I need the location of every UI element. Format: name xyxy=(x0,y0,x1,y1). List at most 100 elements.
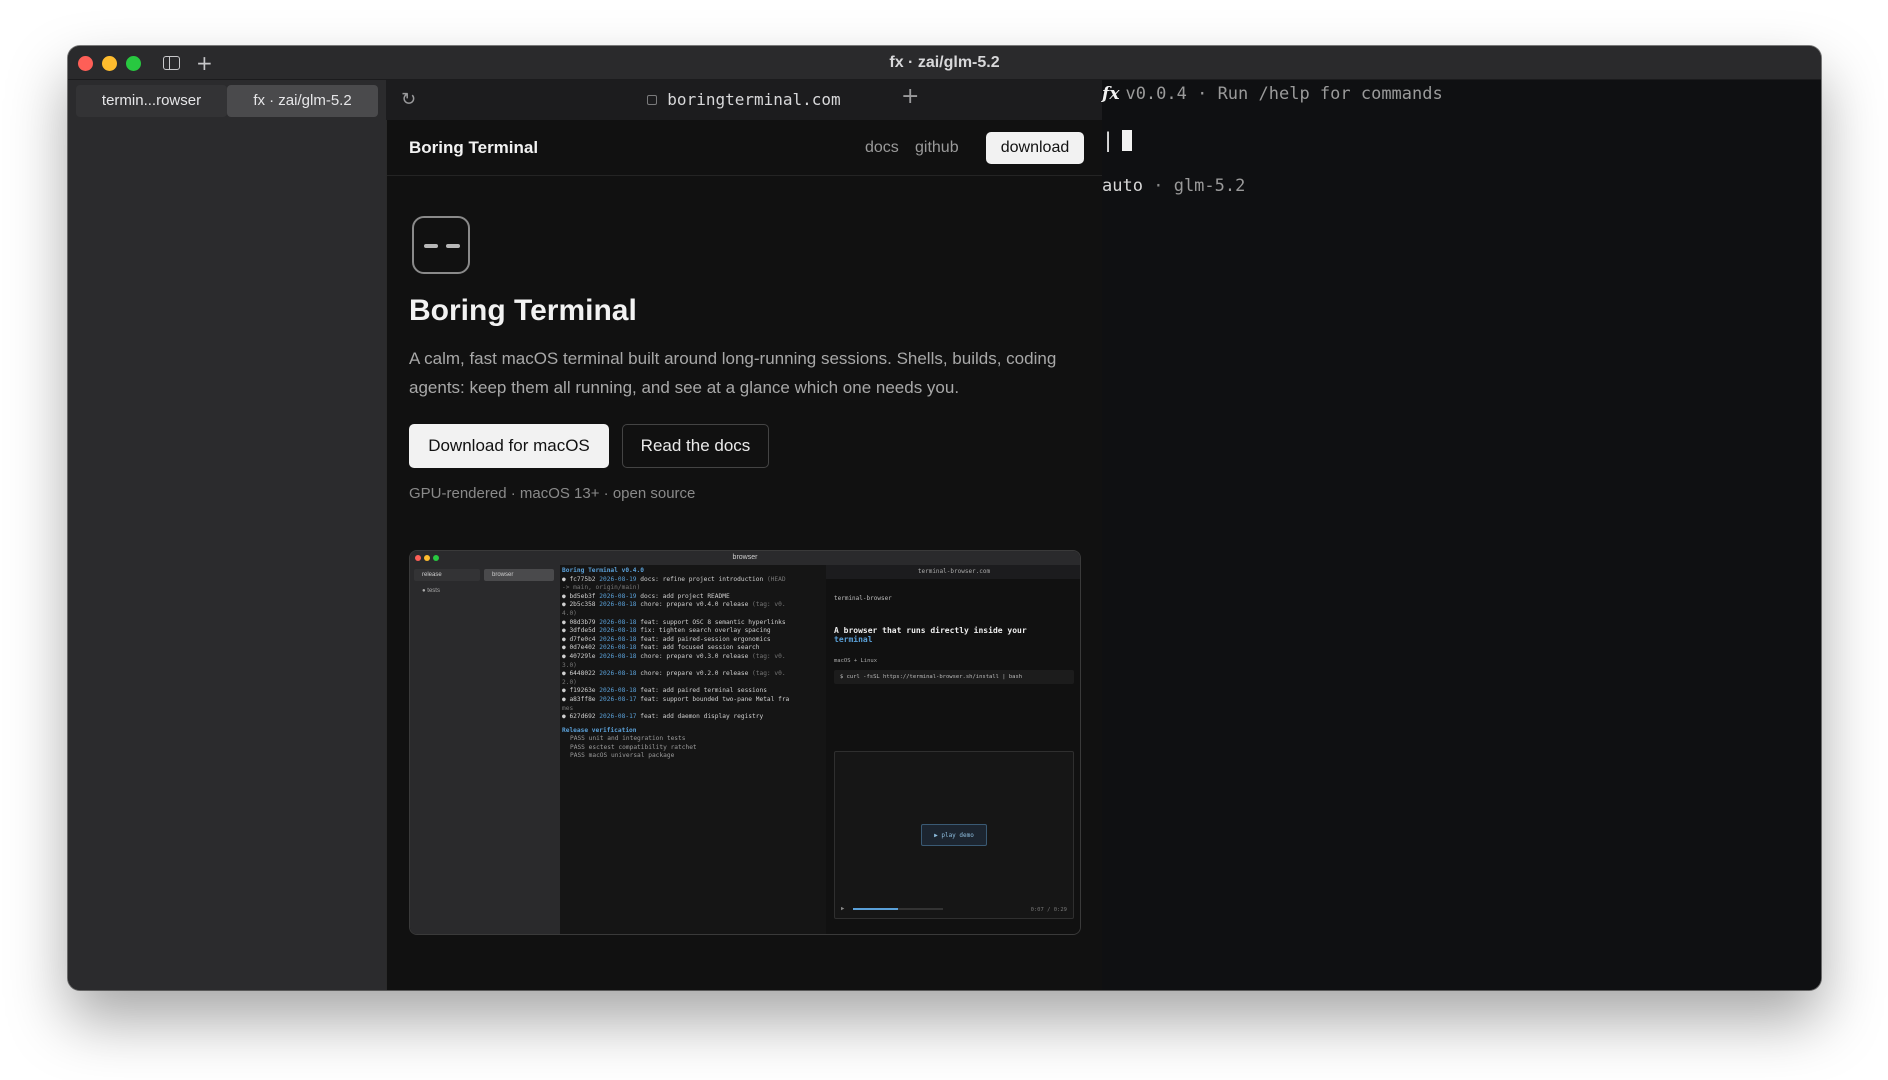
title-bar: + fx · zai/glm-5.2 xyxy=(68,46,1821,80)
commit-msg: chore: prepare v0.2.0 release xyxy=(640,670,749,678)
logo-eye-right xyxy=(446,244,460,248)
sidebar-tabs: termin...rowser fx · zai/glm-5.2 xyxy=(76,85,378,117)
commit-line: ● 0d7e402 2026-08-18 feat: add focused s… xyxy=(562,644,826,653)
site-navbar: Boring Terminal docs github download xyxy=(387,120,1102,176)
commit-tail: (tag: v0. xyxy=(752,601,786,609)
commit-date: 2026-08-18 xyxy=(599,652,637,660)
screenshot-headline: A browser that runs directly inside your xyxy=(834,626,1027,635)
commit-line: ● a83ff8e 2026-08-17 feat: support bound… xyxy=(562,696,826,705)
commit-line: ● fc775b2 2026-08-19 docs: refine projec… xyxy=(562,576,826,585)
screenshot-titlebar: browser xyxy=(410,551,1080,565)
terminal-cursor xyxy=(1122,130,1133,151)
download-macos-button[interactable]: Download for macOS xyxy=(409,424,609,468)
commit-hash: ● 2b5c358 xyxy=(562,601,596,609)
app-logo-icon xyxy=(412,216,470,274)
check-line: PASS unit and integration tests xyxy=(570,735,686,743)
screenshot-progress-track xyxy=(853,908,943,910)
site-icon xyxy=(647,95,658,105)
commit-line: ● f19263e 2026-08-18 feat: add paired te… xyxy=(562,687,826,696)
status-model: glm-5.2 xyxy=(1173,176,1246,196)
commit-date: 2026-08-18 xyxy=(599,627,637,635)
commit-hash: ● 0d7e402 xyxy=(562,644,596,652)
tab-terminal-browser[interactable]: termin...rowser xyxy=(76,85,227,117)
screenshot-play-icon: ▶ xyxy=(841,906,845,912)
commit-line: mes xyxy=(562,705,826,714)
screenshot-sidebar: release browser ● tests xyxy=(410,565,560,934)
commit-line: ● 627d692 2026-08-17 feat: add daemon di… xyxy=(562,713,826,722)
commit-hash: ● 40729le xyxy=(562,652,596,660)
terminal-prompt[interactable]: | xyxy=(1102,128,1133,152)
commit-date: 2026-08-18 xyxy=(599,687,637,695)
commit-date: 2026-08-18 xyxy=(599,644,637,652)
commit-hash: ● f19263e xyxy=(562,687,596,695)
terminal-banner: fx v0.0.4 · Run /help for commands xyxy=(1102,84,1443,104)
screenshot-headline-accent: terminal xyxy=(834,635,873,644)
commit-date: 2026-08-19 xyxy=(599,592,637,600)
screenshot-video-time: 0:07 / 0:29 xyxy=(1030,907,1067,913)
terminal-pane[interactable]: fx v0.0.4 · Run /help for commands | auto… xyxy=(1102,80,1821,990)
screenshot-play-button: ▶ play demo xyxy=(921,824,987,846)
screenshot-install-command: $ curl -fsSL https://terminal-browser.sh… xyxy=(834,670,1074,684)
commit-msg: chore: prepare v0.3.0 release xyxy=(640,652,749,660)
screenshot-page: terminal-browser A browser that runs dir… xyxy=(834,579,1074,684)
commit-msg: feat: support bounded two-pane Metal fra xyxy=(640,695,790,703)
commit-list: ● fc775b2 2026-08-19 docs: refine projec… xyxy=(562,576,826,722)
commit-date: 2026-08-18 xyxy=(599,601,637,609)
fx-logo: fx xyxy=(1102,84,1120,104)
commit-hash: ● 6448022 xyxy=(562,670,596,678)
screenshot-title: browser xyxy=(732,554,758,561)
commit-date: 2026-08-18 xyxy=(599,635,637,643)
commit-hash: ● a83ff8e xyxy=(562,695,596,703)
nav-download-button[interactable]: download xyxy=(986,132,1084,164)
url-field[interactable]: boringterminal.com xyxy=(386,80,1102,120)
site-brand[interactable]: Boring Terminal xyxy=(409,138,538,158)
commit-msg: chore: prepare v0.4.0 release xyxy=(640,601,749,609)
screenshot-progress-fill xyxy=(853,908,898,910)
commit-line: ● 40729le 2026-08-18 chore: prepare v0.3… xyxy=(562,653,826,662)
commit-tail: -> main, origin/main) xyxy=(562,584,641,592)
screenshot-sidebar-item: ● tests xyxy=(422,588,440,594)
commit-tail: (tag: v0. xyxy=(752,670,786,678)
window-title: fx · zai/glm-5.2 xyxy=(889,54,1000,71)
screenshot-platform-badge: macOS + Linux xyxy=(834,658,878,664)
terminal-banner-text: v0.0.4 · Run /help for commands xyxy=(1125,84,1443,104)
commit-msg: docs: refine project introduction xyxy=(640,575,764,583)
session-sidebar: termin...rowser fx · zai/glm-5.2 xyxy=(68,80,386,990)
screenshot-terminal: Boring Terminal v0.4.0 ● fc775b2 2026-08… xyxy=(560,565,826,934)
commit-tail: 3.0) xyxy=(562,661,577,669)
commit-line: -> main, origin/main) xyxy=(562,584,826,593)
screenshot-browser: terminal-browser.com terminal-browser A … xyxy=(826,565,1080,934)
screenshot-tab-browser: browser xyxy=(484,569,554,581)
commit-date: 2026-08-18 xyxy=(599,618,637,626)
url-bar: ↻ boringterminal.com + xyxy=(386,80,1102,120)
commit-hash: ● fc775b2 xyxy=(562,575,596,583)
screenshot-term-header: Boring Terminal v0.4.0 xyxy=(562,567,644,574)
commit-line: ● 2b5c358 2026-08-18 chore: prepare v0.4… xyxy=(562,601,826,610)
commit-line: ● d7fe0c4 2026-08-18 feat: add paired-se… xyxy=(562,636,826,645)
url-text: boringterminal.com xyxy=(667,90,841,109)
commit-date: 2026-08-19 xyxy=(599,575,637,583)
commit-date: 2026-08-18 xyxy=(599,670,637,678)
commit-msg: feat: add paired-session ergonomics xyxy=(640,635,771,643)
hero-description: A calm, fast macOS terminal built around… xyxy=(409,349,1057,397)
commit-hash: ● d7fe0c4 xyxy=(562,635,596,643)
commit-line: 4.0) xyxy=(562,610,826,619)
hero-meta: GPU-rendered · macOS 13+ · open source xyxy=(409,485,696,502)
check-line: PASS esctest compatibility ratchet xyxy=(570,743,697,751)
status-mode: auto xyxy=(1102,176,1143,196)
nav-github-link[interactable]: github xyxy=(915,139,959,157)
commit-msg: feat: support OSC 8 semantic hyperlinks xyxy=(640,618,786,626)
web-page: Boring Terminal docs github download Bor… xyxy=(386,120,1102,990)
browser-pane: ↻ boringterminal.com + Boring Terminal d… xyxy=(386,80,1102,990)
commit-msg: feat: add paired terminal sessions xyxy=(640,687,767,695)
commit-tail: (HEAD xyxy=(766,575,786,583)
add-tab-plus-icon[interactable]: + xyxy=(901,84,919,109)
commit-tail: (tag: v0. xyxy=(752,652,786,660)
tab-fx-glm[interactable]: fx · zai/glm-5.2 xyxy=(227,85,378,117)
status-separator: · xyxy=(1153,176,1164,196)
read-docs-button[interactable]: Read the docs xyxy=(622,424,769,468)
hero-title: Boring Terminal xyxy=(409,294,637,327)
prompt-glyph: | xyxy=(1102,128,1115,152)
nav-docs-link[interactable]: docs xyxy=(865,139,899,157)
commit-date: 2026-08-17 xyxy=(599,695,637,703)
